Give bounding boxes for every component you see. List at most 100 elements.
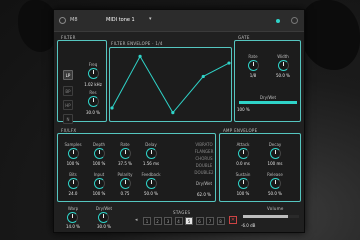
gate-drywet-slider[interactable] [239, 101, 297, 104]
envelope-point[interactable] [138, 54, 142, 58]
filter-mode-hp[interactable]: HP [63, 100, 73, 110]
knob-label: Release [267, 172, 283, 177]
knob-label: Dry/Wet [95, 206, 113, 211]
amp-sustain-knob[interactable] [238, 178, 249, 189]
fx-bits-knob[interactable] [68, 178, 79, 189]
drywet-knob[interactable] [98, 212, 109, 223]
knob-value: 1/8 [249, 73, 257, 78]
step-button[interactable]: 6 [195, 217, 204, 225]
bottom-bar: Warp 14.0 % Dry/Wet 30.0 % STAGES ◂ 1234… [57, 206, 301, 232]
amp-release-knob[interactable] [270, 178, 281, 189]
volume-value: -6.0 dB [241, 223, 256, 228]
knob-label: Rate [248, 54, 258, 59]
fx-polarity-knob[interactable] [120, 178, 131, 189]
drywet-value: 100 % [237, 107, 250, 112]
knob-label: Freq [88, 62, 98, 67]
step-button[interactable]: 2 [153, 217, 162, 225]
plugin-window: M8 MIDI tone 1 ▾ FILTER LP BP HP N Freq … [53, 9, 305, 233]
filter-mode-n[interactable]: N [63, 114, 73, 124]
gate-panel: GATE Rate 1/8 Width 50.0 % Dry/Wet 100 % [234, 35, 301, 122]
knob-value: 100 % [236, 191, 250, 196]
drywet-label: Dry/Wet [195, 181, 213, 186]
knob-label: Samples [64, 142, 82, 147]
step-button[interactable]: 8 [216, 217, 225, 225]
warp-knob[interactable] [67, 212, 78, 223]
knob-value: 30.0 % [97, 224, 111, 229]
effect-item[interactable]: VIBRATO [190, 141, 218, 148]
knob-value: 100 ms [267, 161, 283, 166]
filter-title: FILTER [61, 35, 76, 40]
knob-label: Rate [120, 142, 130, 147]
fx-panel: FX/LFX Samples 100 % Depth 100 % Rate 37.5 % D… [57, 128, 218, 202]
knob-value: 1.56 ms [142, 161, 160, 166]
knob-value: 100 % [92, 191, 106, 196]
fx-samples-knob[interactable] [68, 148, 79, 159]
fx-feedback-knob[interactable] [146, 178, 157, 189]
knob-label: Warp [67, 206, 79, 211]
effect-item[interactable]: CHORUS [190, 155, 218, 162]
slider-fill [239, 101, 297, 104]
knob-label: Feedback [141, 172, 161, 177]
step-button[interactable]: 1 [143, 217, 151, 225]
knob-label: Depth [92, 142, 106, 147]
effect-item[interactable]: FLANGER [190, 148, 218, 155]
effect-item[interactable]: DOUBLE2 [190, 169, 218, 176]
envelope-graph[interactable] [110, 48, 231, 121]
preset-name[interactable]: MIDI tone 1 [106, 17, 135, 23]
filter-mode-lp[interactable]: LP [63, 70, 73, 80]
envelope-point[interactable] [227, 61, 231, 65]
width-knob[interactable] [278, 60, 289, 71]
res-knob[interactable] [88, 96, 99, 107]
knob-value: 14.0 % [66, 224, 80, 229]
knob-value: 37.5 % [118, 161, 132, 166]
drywet-label: Dry/Wet [259, 95, 277, 100]
knob-label: Res [89, 90, 97, 95]
step-button[interactable]: 7 [206, 217, 214, 225]
knob-value: 50.0 % [144, 191, 158, 196]
knob-value: 100 % [92, 161, 106, 166]
step-button[interactable]: 3 [164, 217, 172, 225]
envelope-point[interactable] [110, 106, 114, 110]
chevron-down-icon[interactable]: ▾ [149, 16, 152, 22]
filter-panel: FILTER LP BP HP N Freq 1.02 kHz Res 30.0… [57, 35, 107, 124]
filter-mode-bp[interactable]: BP [63, 86, 73, 96]
freq-knob[interactable] [88, 68, 99, 79]
fx-input-knob[interactable] [94, 178, 105, 189]
envelope-point[interactable] [171, 111, 175, 115]
knob-value: 0.0 ms [236, 161, 250, 166]
volume-label: Volume [267, 206, 284, 211]
power-icon[interactable] [291, 17, 298, 24]
step-button[interactable]: 5 [185, 217, 193, 225]
step-button[interactable]: 4 [174, 217, 183, 225]
knob-value: 1.02 kHz [84, 82, 102, 87]
brand-label: M8 [70, 17, 78, 23]
effect-list[interactable]: VIBRATO FLANGER CHORUS DOUBLE DOUBLE2 [190, 141, 218, 176]
status-dot-icon [276, 19, 280, 23]
prev-stage-button[interactable]: ◂ [135, 217, 138, 223]
drywet-value: 62.0 % [197, 192, 211, 197]
envelope-curve [111, 55, 230, 114]
amp-attack-knob[interactable] [238, 148, 249, 159]
next-stage-button[interactable]: ✕ [229, 216, 237, 224]
envelope-title: FILTER ENVELOPE · 1/4 [111, 41, 163, 46]
slider-fill [243, 215, 288, 218]
amp-decay-knob[interactable] [270, 148, 281, 159]
knob-label: Bits [69, 172, 77, 177]
fx-depth-knob[interactable] [94, 148, 105, 159]
knob-label: Decay [268, 142, 282, 147]
knob-label: Input [93, 172, 105, 177]
envelope-panel: FILTER ENVELOPE · 1/4 [109, 41, 232, 122]
fx-rate-knob[interactable] [120, 148, 131, 159]
effect-item[interactable]: DOUBLE [190, 162, 218, 169]
fx-title: FX/LFX [61, 128, 77, 133]
knob-label: Sustain [235, 172, 251, 177]
fx-delay-knob[interactable] [146, 148, 157, 159]
gate-title: GATE [238, 35, 250, 40]
knob-value: 50.0 % [276, 73, 290, 78]
knob-value: 30.0 % [86, 110, 100, 115]
rate-knob[interactable] [248, 60, 259, 71]
close-icon[interactable] [59, 17, 66, 24]
knob-label: Delay [145, 142, 157, 147]
envelope-point[interactable] [201, 74, 205, 79]
volume-slider[interactable] [243, 215, 299, 218]
